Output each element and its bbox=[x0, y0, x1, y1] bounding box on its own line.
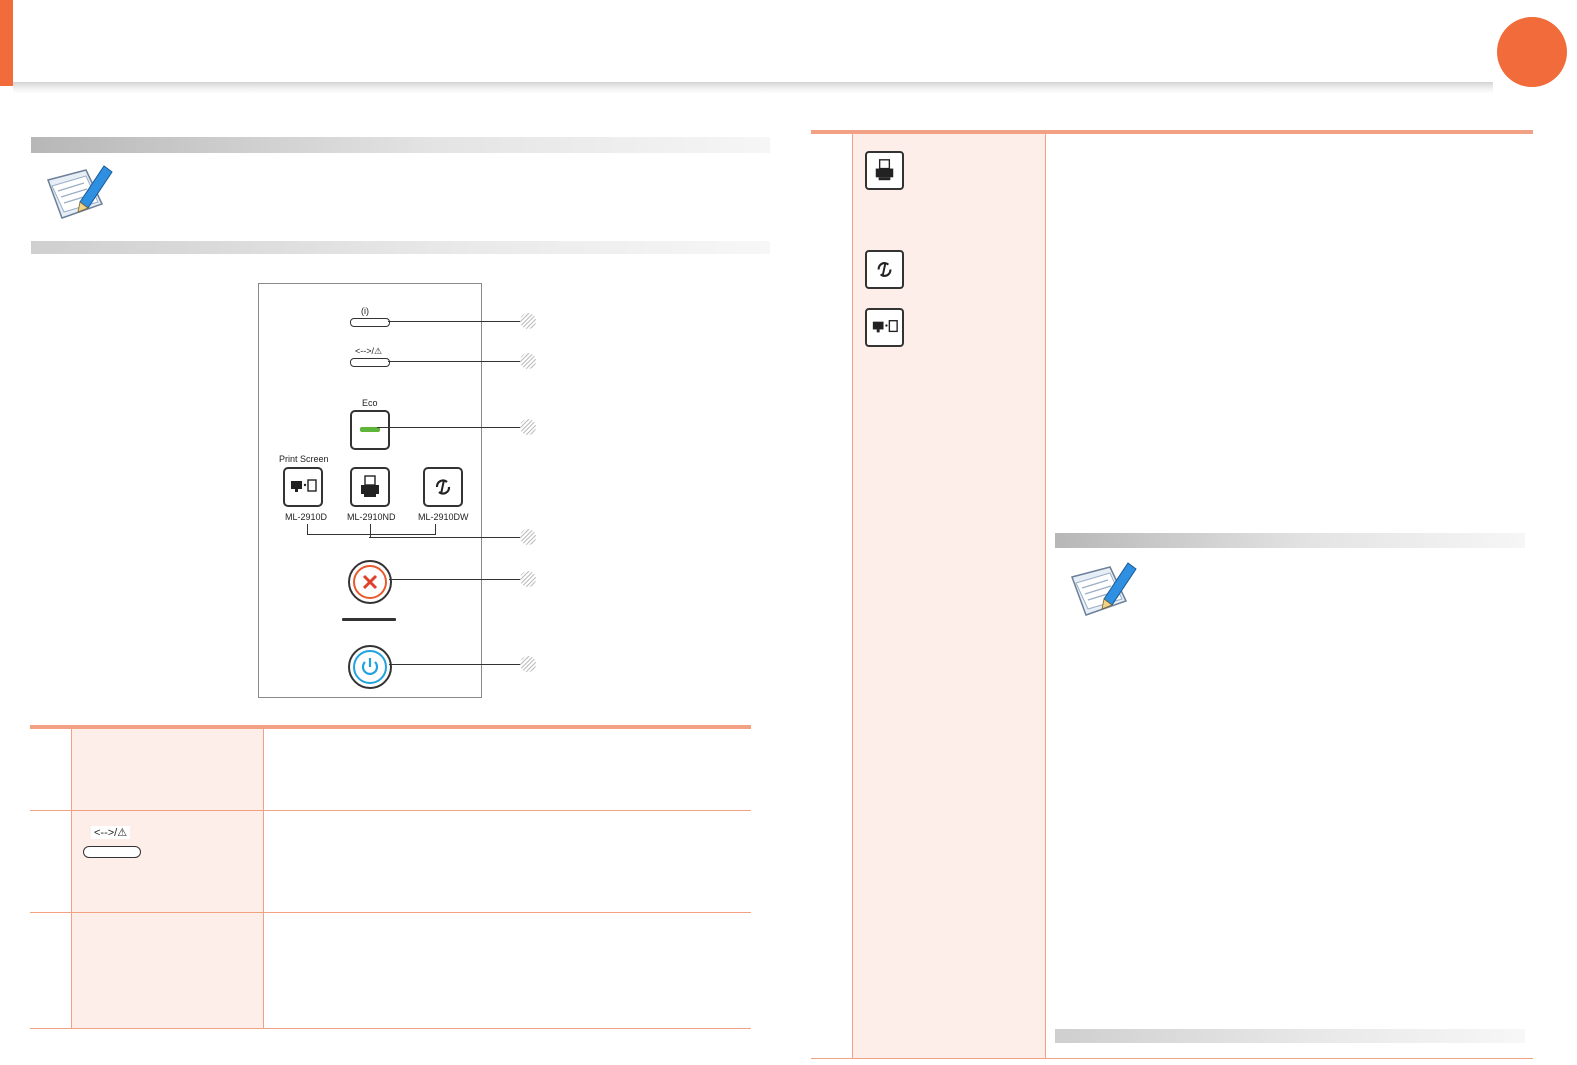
header-rule bbox=[13, 82, 1493, 94]
control-panel-diagram: (i) <-->/⚠ Eco Print Screen ML-2910D ML-… bbox=[258, 283, 482, 698]
table-row-rule bbox=[30, 912, 751, 913]
callout-line bbox=[369, 537, 520, 538]
callout-marker bbox=[520, 419, 536, 435]
note-box-top-bar bbox=[31, 137, 770, 153]
callout-line bbox=[389, 664, 520, 665]
model-bracket bbox=[370, 524, 371, 538]
model-bracket bbox=[307, 534, 435, 535]
cancel-icon bbox=[362, 574, 378, 590]
model-label-1: ML-2910D bbox=[285, 512, 328, 522]
eco-label: Eco bbox=[362, 398, 378, 408]
info-button[interactable] bbox=[350, 467, 390, 507]
callout-line bbox=[388, 321, 520, 322]
page-number-badge bbox=[1497, 17, 1567, 87]
power-icon bbox=[361, 658, 379, 675]
note-box-bottom-bar bbox=[1055, 1029, 1525, 1043]
status-led-icon bbox=[83, 846, 141, 858]
callout-marker bbox=[520, 313, 536, 329]
table-column-rule bbox=[852, 134, 853, 1058]
print-screen-button bbox=[865, 308, 904, 347]
header-accent-bar bbox=[0, 0, 13, 86]
wps-icon bbox=[877, 262, 892, 277]
eco-button[interactable] bbox=[350, 410, 390, 450]
wireless-led-label: (i) bbox=[361, 306, 369, 316]
print-screen-button[interactable] bbox=[283, 467, 323, 507]
note-pencil-icon bbox=[1064, 557, 1140, 623]
printer-info-icon bbox=[875, 159, 894, 181]
model-label-3: ML-2910DW bbox=[418, 512, 469, 522]
table-row-rule bbox=[30, 810, 751, 811]
callout-line bbox=[389, 579, 520, 580]
wps-icon bbox=[435, 479, 451, 495]
table-column-rule bbox=[71, 729, 72, 1028]
wps-button bbox=[865, 250, 904, 289]
model-bracket bbox=[435, 524, 436, 535]
info-button bbox=[865, 151, 904, 190]
print-screen-icon bbox=[291, 479, 317, 492]
note-box-bottom-bar bbox=[31, 241, 770, 254]
callout-marker bbox=[520, 656, 536, 672]
note-pencil-icon bbox=[40, 160, 116, 226]
callout-line bbox=[388, 361, 520, 362]
callout-marker bbox=[520, 571, 536, 587]
wireless-led bbox=[350, 318, 390, 327]
note-box-top-bar bbox=[1055, 533, 1525, 548]
table-bottom-rule bbox=[811, 1058, 1533, 1059]
printer-info-icon bbox=[361, 475, 379, 497]
callout-marker bbox=[520, 529, 536, 545]
table-name-column bbox=[72, 729, 264, 1028]
power-button[interactable] bbox=[348, 645, 392, 689]
cancel-button[interactable] bbox=[348, 560, 392, 604]
error-led-label: <-->/⚠ bbox=[355, 346, 383, 356]
error-led-label: <-->/⚠ bbox=[91, 826, 131, 839]
print-screen-label: Print Screen bbox=[279, 454, 329, 464]
panel-divider bbox=[342, 618, 396, 621]
status-led bbox=[350, 358, 390, 367]
table-column-rule bbox=[263, 729, 264, 1028]
table-column-rule bbox=[1045, 134, 1046, 1058]
callout-marker bbox=[520, 353, 536, 369]
print-screen-icon bbox=[872, 320, 898, 333]
table-bottom-rule bbox=[30, 1028, 751, 1029]
model-label-2: ML-2910ND bbox=[347, 512, 396, 522]
table-row: <-->/⚠ bbox=[83, 826, 143, 860]
callout-line bbox=[377, 427, 520, 428]
wps-button[interactable] bbox=[423, 467, 463, 507]
